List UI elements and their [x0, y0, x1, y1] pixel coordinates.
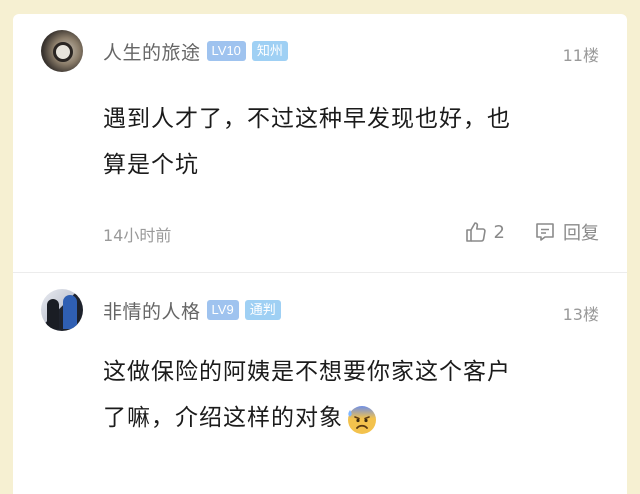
- level-badge: LV10: [206, 41, 246, 61]
- reply-label: 回复: [563, 223, 599, 244]
- comment-icon: [536, 223, 554, 241]
- comment-text: 遇到人才了，不过这种早发现也好，也 算是个坑: [103, 96, 599, 188]
- reply-button[interactable]: 回复: [533, 219, 599, 245]
- comment-line: 这做保险的阿姨是不想要你家这个客户: [103, 359, 511, 385]
- like-button[interactable]: 2: [464, 220, 505, 244]
- thumbs-up-icon: [465, 222, 486, 242]
- comment-list: 人生的旅途 LV10 知州 11楼 遇到人才了，不过这种早发现也好，也 算是个坑…: [13, 14, 627, 494]
- comment-line: 算是个坑: [103, 152, 199, 178]
- floor-number: 13楼: [562, 305, 599, 324]
- comment-line-with-emoji: 了嘛，介绍这样的对象: [103, 395, 599, 441]
- username[interactable]: 非情的人格: [103, 297, 201, 324]
- comment-header: 人生的旅途 LV10 知州: [41, 14, 599, 88]
- avatar-figure: [47, 299, 59, 329]
- title-badge: 通判: [244, 300, 281, 320]
- anxious-sweat-face-emoji-icon: [348, 405, 376, 434]
- comment-item: 人生的旅途 LV10 知州 11楼 遇到人才了，不过这种早发现也好，也 算是个坑…: [13, 14, 627, 272]
- comment-header: 非情的人格 LV9 通判: [41, 273, 599, 347]
- avatar-figure: [63, 295, 77, 329]
- avatar[interactable]: [41, 289, 83, 331]
- comment-text: 这做保险的阿姨是不想要你家这个客户 了嘛，介绍这样的对象: [103, 349, 599, 441]
- username[interactable]: 人生的旅途: [103, 38, 201, 65]
- like-count: 2: [493, 221, 505, 243]
- title-badge: 知州: [251, 41, 288, 61]
- timestamp: 14小时前: [103, 226, 172, 245]
- page: 人生的旅途 LV10 知州 11楼 遇到人才了，不过这种早发现也好，也 算是个坑…: [0, 0, 640, 494]
- comment-line: 了嘛，介绍这样的对象: [103, 405, 343, 431]
- avatar[interactable]: [41, 30, 83, 72]
- comment-actions: 2 回复: [436, 219, 599, 245]
- watch-icon: [53, 42, 73, 62]
- comment-item: 非情的人格 LV9 通判 13楼 这做保险的阿姨是不想要你家这个客户 了嘛，介绍…: [13, 273, 627, 494]
- level-badge: LV9: [206, 300, 239, 320]
- floor-number: 11楼: [562, 46, 599, 65]
- comment-line: 遇到人才了，不过这种早发现也好，也: [103, 106, 511, 132]
